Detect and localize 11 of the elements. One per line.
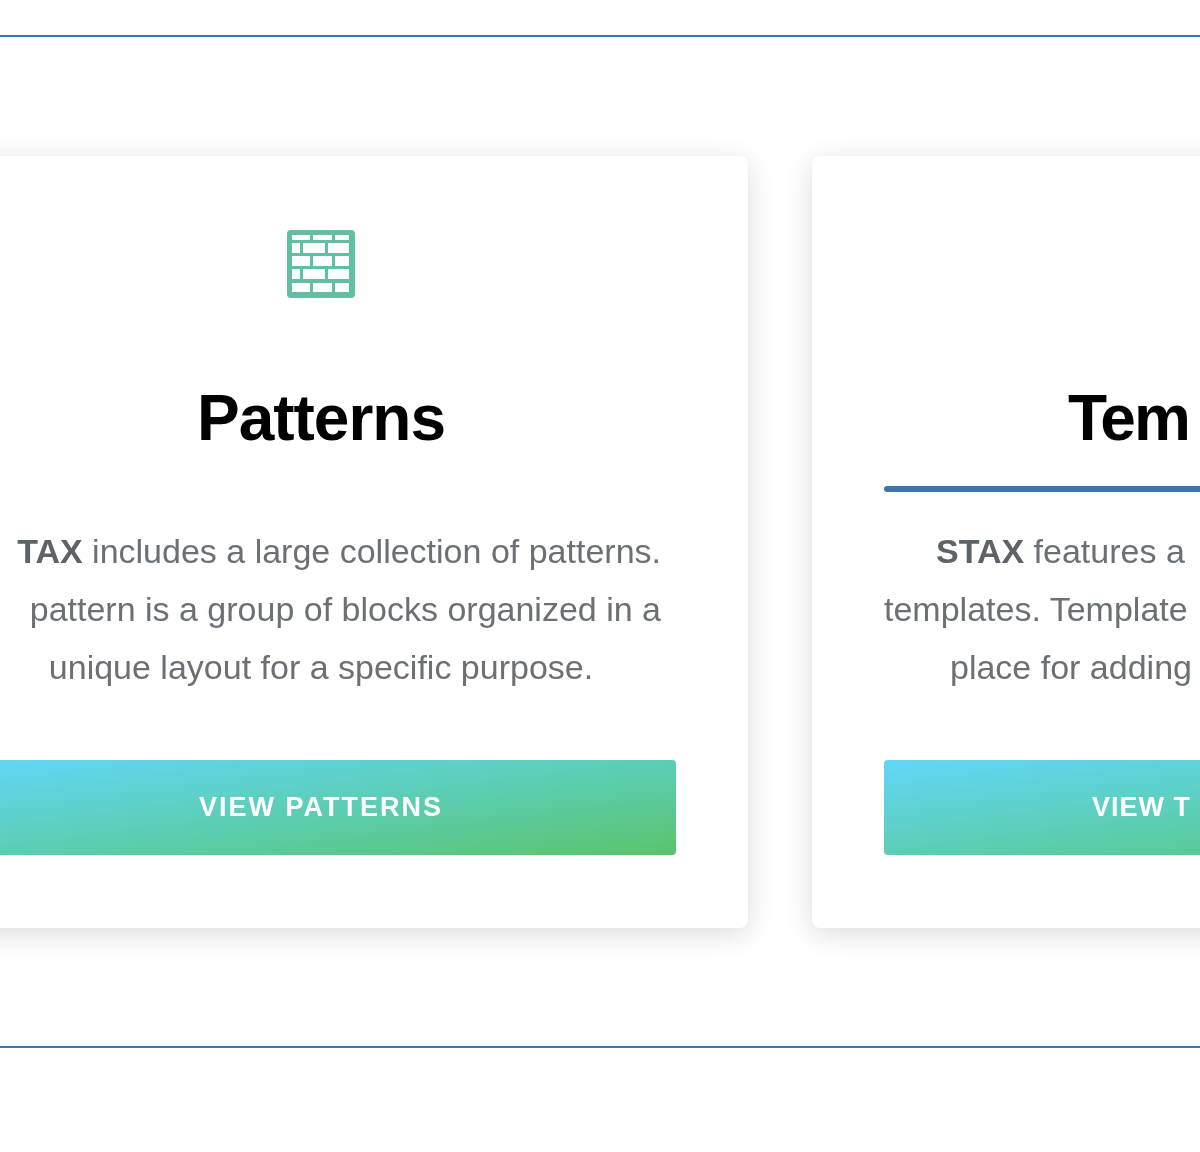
- view-button[interactable]: VIEW PATTERNS: [0, 760, 676, 855]
- description-text: place for adding: [950, 648, 1192, 686]
- description-text: templates. Template: [884, 590, 1188, 628]
- description-text: pattern is a group of blocks organized in a: [29, 590, 661, 628]
- card-title: Tem: [1068, 382, 1189, 454]
- card-title: Patterns: [196, 382, 446, 454]
- description-text: TAX includes a large collection of patterns.: [17, 532, 661, 570]
- view-button[interactable]: VIEW T: [884, 760, 1200, 855]
- brick-wall-icon: [286, 229, 356, 299]
- description-text: unique layout for a specific purpose.: [48, 648, 594, 686]
- description-text: STAX features a: [936, 532, 1185, 570]
